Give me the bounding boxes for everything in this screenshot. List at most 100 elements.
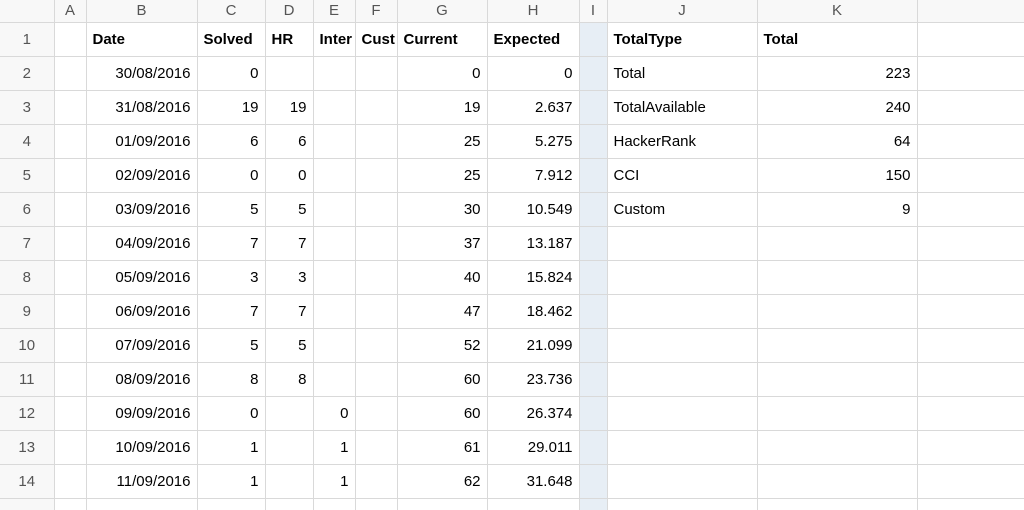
- cell-K15[interactable]: [757, 498, 917, 510]
- cell-E13[interactable]: 1: [313, 430, 355, 464]
- cell-B5[interactable]: 02/09/2016: [86, 158, 197, 192]
- cell-E5[interactable]: [313, 158, 355, 192]
- cell-H2[interactable]: 0: [487, 56, 579, 90]
- cell-C10[interactable]: 5: [197, 328, 265, 362]
- cell-J2[interactable]: Total: [607, 56, 757, 90]
- cell-B10[interactable]: 07/09/2016: [86, 328, 197, 362]
- cell-B3[interactable]: 31/08/2016: [86, 90, 197, 124]
- cell-H3[interactable]: 2.637: [487, 90, 579, 124]
- cell-D7[interactable]: 7: [265, 226, 313, 260]
- cell-E11[interactable]: [313, 362, 355, 396]
- cell-I15[interactable]: [579, 498, 607, 510]
- column-header-J[interactable]: J: [607, 0, 757, 22]
- cell-K9[interactable]: [757, 294, 917, 328]
- cell-A11[interactable]: [54, 362, 86, 396]
- cell-F5[interactable]: [355, 158, 397, 192]
- cell-A6[interactable]: [54, 192, 86, 226]
- cell-E3[interactable]: [313, 90, 355, 124]
- cell-H5[interactable]: 7.912: [487, 158, 579, 192]
- cell-F3[interactable]: [355, 90, 397, 124]
- cell-J3[interactable]: TotalAvailable: [607, 90, 757, 124]
- cell-G8[interactable]: 40: [397, 260, 487, 294]
- cell-A8[interactable]: [54, 260, 86, 294]
- cell-F6[interactable]: [355, 192, 397, 226]
- cell-I14[interactable]: [579, 464, 607, 498]
- row-header-6[interactable]: 6: [0, 192, 54, 226]
- cell-J13[interactable]: [607, 430, 757, 464]
- cell-F10[interactable]: [355, 328, 397, 362]
- cell-I13[interactable]: [579, 430, 607, 464]
- cell-G5[interactable]: 25: [397, 158, 487, 192]
- cell-G11[interactable]: 60: [397, 362, 487, 396]
- cell-F8[interactable]: [355, 260, 397, 294]
- cell-H13[interactable]: 29.011: [487, 430, 579, 464]
- cell-B9[interactable]: 06/09/2016: [86, 294, 197, 328]
- cell-G9[interactable]: 47: [397, 294, 487, 328]
- cell-H12[interactable]: 26.374: [487, 396, 579, 430]
- cell-I12[interactable]: [579, 396, 607, 430]
- cell-F4[interactable]: [355, 124, 397, 158]
- cell-A9[interactable]: [54, 294, 86, 328]
- cell-D10[interactable]: 5: [265, 328, 313, 362]
- column-header-F[interactable]: F: [355, 0, 397, 22]
- cell-A3[interactable]: [54, 90, 86, 124]
- cell-D15[interactable]: [265, 498, 313, 510]
- cell-G3[interactable]: 19: [397, 90, 487, 124]
- cell-E15[interactable]: [313, 498, 355, 510]
- cell-A2[interactable]: [54, 56, 86, 90]
- cell-J12[interactable]: [607, 396, 757, 430]
- row-header-15[interactable]: [0, 498, 54, 510]
- cell-D9[interactable]: 7: [265, 294, 313, 328]
- cell-I3[interactable]: [579, 90, 607, 124]
- cell-K10[interactable]: [757, 328, 917, 362]
- cell-D3[interactable]: 19: [265, 90, 313, 124]
- cell-F9[interactable]: [355, 294, 397, 328]
- column-header-B[interactable]: B: [86, 0, 197, 22]
- cell-K14[interactable]: [757, 464, 917, 498]
- cell-D8[interactable]: 3: [265, 260, 313, 294]
- cell-C2[interactable]: 0: [197, 56, 265, 90]
- cell-I6[interactable]: [579, 192, 607, 226]
- cell-B4[interactable]: 01/09/2016: [86, 124, 197, 158]
- cell-C11[interactable]: 8: [197, 362, 265, 396]
- cell-A13[interactable]: [54, 430, 86, 464]
- cell-K13[interactable]: [757, 430, 917, 464]
- cell-C5[interactable]: 0: [197, 158, 265, 192]
- cell-C3[interactable]: 19: [197, 90, 265, 124]
- cell-J9[interactable]: [607, 294, 757, 328]
- cell-I2[interactable]: [579, 56, 607, 90]
- cell-E4[interactable]: [313, 124, 355, 158]
- cell-E6[interactable]: [313, 192, 355, 226]
- cell-B14[interactable]: 11/09/2016: [86, 464, 197, 498]
- cell-K2[interactable]: 223: [757, 56, 917, 90]
- spreadsheet-grid[interactable]: ABCDEFGHIJK 1DateSolvedHRInterCustCurren…: [0, 0, 1024, 510]
- cell-J15[interactable]: [607, 498, 757, 510]
- cell-B6[interactable]: 03/09/2016: [86, 192, 197, 226]
- cell-J14[interactable]: [607, 464, 757, 498]
- cell-I4[interactable]: [579, 124, 607, 158]
- cell-K12[interactable]: [757, 396, 917, 430]
- cell-F15[interactable]: [355, 498, 397, 510]
- column-header-G[interactable]: G: [397, 0, 487, 22]
- cell-C6[interactable]: 5: [197, 192, 265, 226]
- corner-cell[interactable]: [0, 0, 54, 22]
- cell-K8[interactable]: [757, 260, 917, 294]
- row-header-9[interactable]: 9: [0, 294, 54, 328]
- cell-F11[interactable]: [355, 362, 397, 396]
- cell-K5[interactable]: 150: [757, 158, 917, 192]
- cell-E14[interactable]: 1: [313, 464, 355, 498]
- cell-K1[interactable]: Total: [757, 22, 917, 56]
- cell-E7[interactable]: [313, 226, 355, 260]
- cell-E9[interactable]: [313, 294, 355, 328]
- column-header-I[interactable]: I: [579, 0, 607, 22]
- cell-D14[interactable]: [265, 464, 313, 498]
- cell-E1[interactable]: Inter: [313, 22, 355, 56]
- cell-D13[interactable]: [265, 430, 313, 464]
- cell-C4[interactable]: 6: [197, 124, 265, 158]
- cell-E8[interactable]: [313, 260, 355, 294]
- cell-E2[interactable]: [313, 56, 355, 90]
- row-header-4[interactable]: 4: [0, 124, 54, 158]
- cell-J11[interactable]: [607, 362, 757, 396]
- row-header-2[interactable]: 2: [0, 56, 54, 90]
- cell-J8[interactable]: [607, 260, 757, 294]
